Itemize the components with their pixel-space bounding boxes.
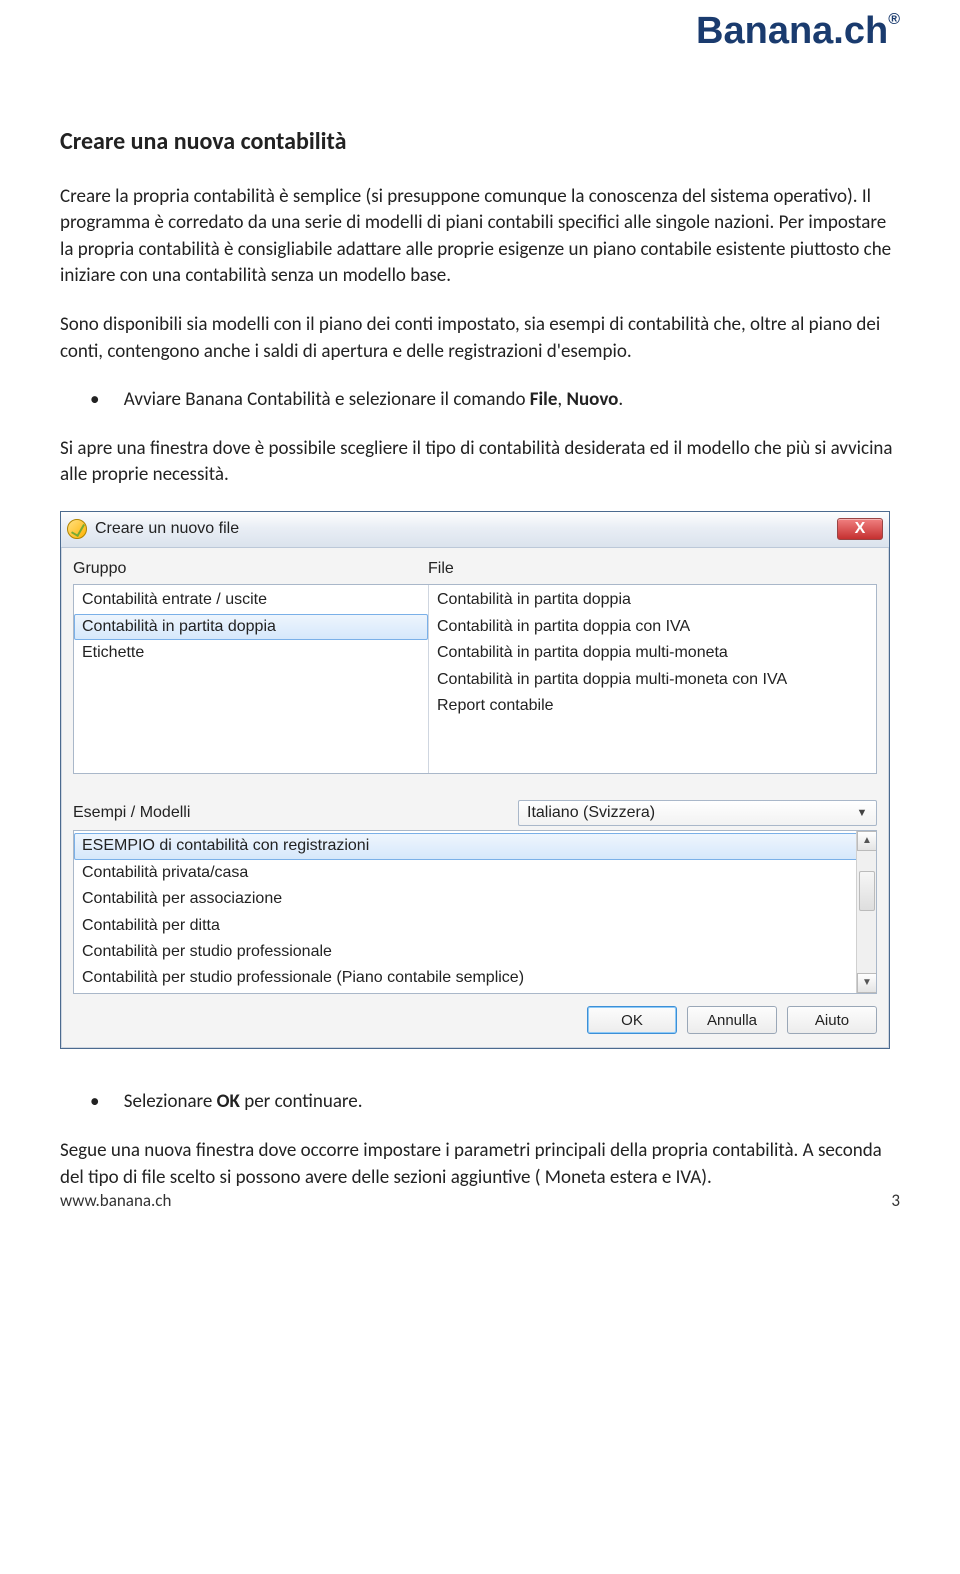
combo-value: Italiano (Svizzera) bbox=[527, 802, 854, 824]
list-item[interactable]: Contabilità per studio professionale (Pi… bbox=[74, 965, 876, 991]
list-item[interactable]: ESEMPIO di contabilità con registrazioni bbox=[74, 833, 876, 859]
close-button[interactable]: X bbox=[837, 518, 883, 540]
step-select-ok: Selezionare OK per continuare. bbox=[90, 1089, 900, 1116]
list-item[interactable]: Contabilità entrate / uscite bbox=[74, 587, 428, 613]
gruppo-label: Gruppo bbox=[73, 558, 428, 580]
para-after: Segue una nuova finestra dove occorre im… bbox=[60, 1138, 900, 1191]
list-item[interactable]: Contabilità in partita doppia multi-mone… bbox=[429, 667, 876, 693]
gruppo-listbox[interactable]: Contabilità entrate / uscite Contabilità… bbox=[74, 585, 428, 668]
create-new-file-dialog: Creare un nuovo file X Gruppo File Conta… bbox=[60, 511, 890, 1049]
list-item[interactable]: Contabilità in partita doppia con IVA bbox=[429, 614, 876, 640]
footer-site: www.banana.ch bbox=[60, 1189, 171, 1213]
list-item[interactable]: Contabilità per ditta (Piano contabile s… bbox=[74, 992, 876, 995]
list-item[interactable]: Etichette bbox=[74, 640, 428, 666]
page-title: Creare una nuova contabilità bbox=[60, 125, 900, 159]
chevron-down-icon: ▼ bbox=[854, 806, 870, 821]
ok-button[interactable]: OK bbox=[587, 1006, 677, 1034]
file-listbox[interactable]: Contabilità in partita doppia Contabilit… bbox=[429, 585, 876, 721]
file-label: File bbox=[428, 558, 454, 580]
dialog-title: Creare un nuovo file bbox=[95, 518, 837, 540]
list-item[interactable]: Report contabile bbox=[429, 693, 876, 719]
footer-page-number: 3 bbox=[891, 1189, 900, 1213]
help-button[interactable]: Aiuto bbox=[787, 1006, 877, 1034]
intro-para-1: Creare la propria contabilità è semplice… bbox=[60, 184, 900, 290]
dialog-titlebar: Creare un nuovo file X bbox=[61, 512, 889, 548]
list-item[interactable]: Contabilità per studio professionale bbox=[74, 939, 876, 965]
esempi-listbox[interactable]: ESEMPIO di contabilità con registrazioni… bbox=[74, 831, 876, 994]
language-combo[interactable]: Italiano (Svizzera) ▼ bbox=[518, 800, 877, 826]
intro-para-2: Sono disponibili sia modelli con il pian… bbox=[60, 312, 900, 365]
close-icon: X bbox=[855, 518, 866, 540]
list-item[interactable]: Contabilità privata/casa bbox=[74, 860, 876, 886]
scroll-up-icon[interactable]: ▲ bbox=[857, 831, 877, 851]
list-item[interactable]: Contabilità in partita doppia bbox=[429, 587, 876, 613]
scroll-down-icon[interactable]: ▼ bbox=[857, 973, 877, 993]
scroll-thumb[interactable] bbox=[859, 871, 875, 911]
list-item[interactable]: Contabilità per associazione bbox=[74, 886, 876, 912]
para-window-desc: Si apre una finestra dove è possibile sc… bbox=[60, 436, 900, 489]
list-item[interactable]: Contabilità per ditta bbox=[74, 913, 876, 939]
cancel-button[interactable]: Annulla bbox=[687, 1006, 777, 1034]
list-item[interactable]: Contabilità in partita doppia bbox=[74, 614, 428, 640]
list-item[interactable]: Contabilità in partita doppia multi-mone… bbox=[429, 640, 876, 666]
esempi-label: Esempi / Modelli bbox=[73, 802, 518, 824]
app-icon bbox=[67, 519, 87, 539]
scrollbar[interactable]: ▲ ▼ bbox=[856, 831, 876, 993]
step-file-new: Avviare Banana Contabilità e selezionare… bbox=[90, 387, 900, 414]
brand-logo: Banana.ch® bbox=[696, 5, 900, 58]
